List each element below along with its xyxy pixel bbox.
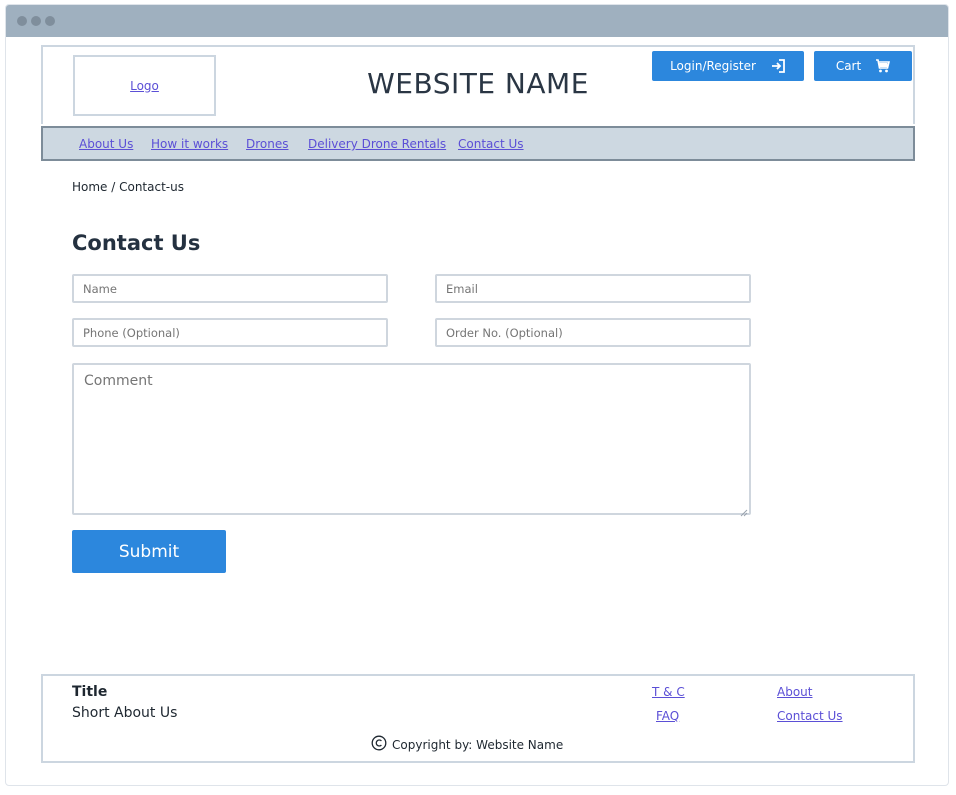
cart-label: Cart <box>835 59 862 73</box>
site-name: WEBSITE NAME <box>367 67 589 100</box>
copyright: Copyright by: Website Name <box>371 735 563 754</box>
comment-textarea[interactable] <box>72 363 751 515</box>
window-titlebar <box>6 5 948 37</box>
window-dot-icon <box>17 16 27 26</box>
window-dot-icon <box>45 16 55 26</box>
page-title: Contact Us <box>72 231 201 255</box>
footer-link-terms[interactable]: T & C <box>652 685 685 699</box>
main-nav: About Us How it works Drones Delivery Dr… <box>41 126 915 161</box>
nav-item-delivery-drone-rentals[interactable]: Delivery Drone Rentals <box>308 137 446 151</box>
cart-button[interactable]: Cart <box>814 51 912 81</box>
site-header: Logo WEBSITE NAME Login/Register Cart <box>41 45 915 124</box>
login-register-label: Login/Register <box>670 59 756 73</box>
footer-link-faq[interactable]: FAQ <box>656 709 679 723</box>
breadcrumb: Home / Contact-us <box>72 180 184 194</box>
sign-in-icon <box>770 58 786 74</box>
phone-input[interactable] <box>72 318 388 347</box>
footer-link-contact-us[interactable]: Contact Us <box>777 709 843 723</box>
name-input[interactable] <box>72 274 388 303</box>
footer-link-about[interactable]: About <box>777 685 812 699</box>
copyright-text: Copyright by: Website Name <box>392 737 564 752</box>
submit-button[interactable]: Submit <box>72 530 226 573</box>
site-footer: Title Short About Us T & C About FAQ Con… <box>41 674 915 763</box>
copyright-icon <box>371 735 387 754</box>
nav-item-how-it-works[interactable]: How it works <box>151 137 228 151</box>
page: Logo WEBSITE NAME Login/Register Cart Ab… <box>6 37 948 785</box>
nav-item-contact-us[interactable]: Contact Us <box>458 137 524 151</box>
browser-window: Logo WEBSITE NAME Login/Register Cart Ab… <box>5 4 949 786</box>
logo[interactable]: Logo <box>73 55 216 116</box>
footer-title: Title <box>72 684 108 700</box>
resize-grip-icon[interactable] <box>740 502 748 517</box>
email-input[interactable] <box>435 274 751 303</box>
nav-item-about-us[interactable]: About Us <box>79 137 133 151</box>
cart-icon <box>875 59 891 73</box>
footer-about-text: Short About Us <box>72 705 178 721</box>
nav-item-drones[interactable]: Drones <box>246 137 289 151</box>
login-register-button[interactable]: Login/Register <box>652 51 804 81</box>
logo-label[interactable]: Logo <box>130 79 159 93</box>
order-number-input[interactable] <box>435 318 751 347</box>
window-dot-icon <box>31 16 41 26</box>
